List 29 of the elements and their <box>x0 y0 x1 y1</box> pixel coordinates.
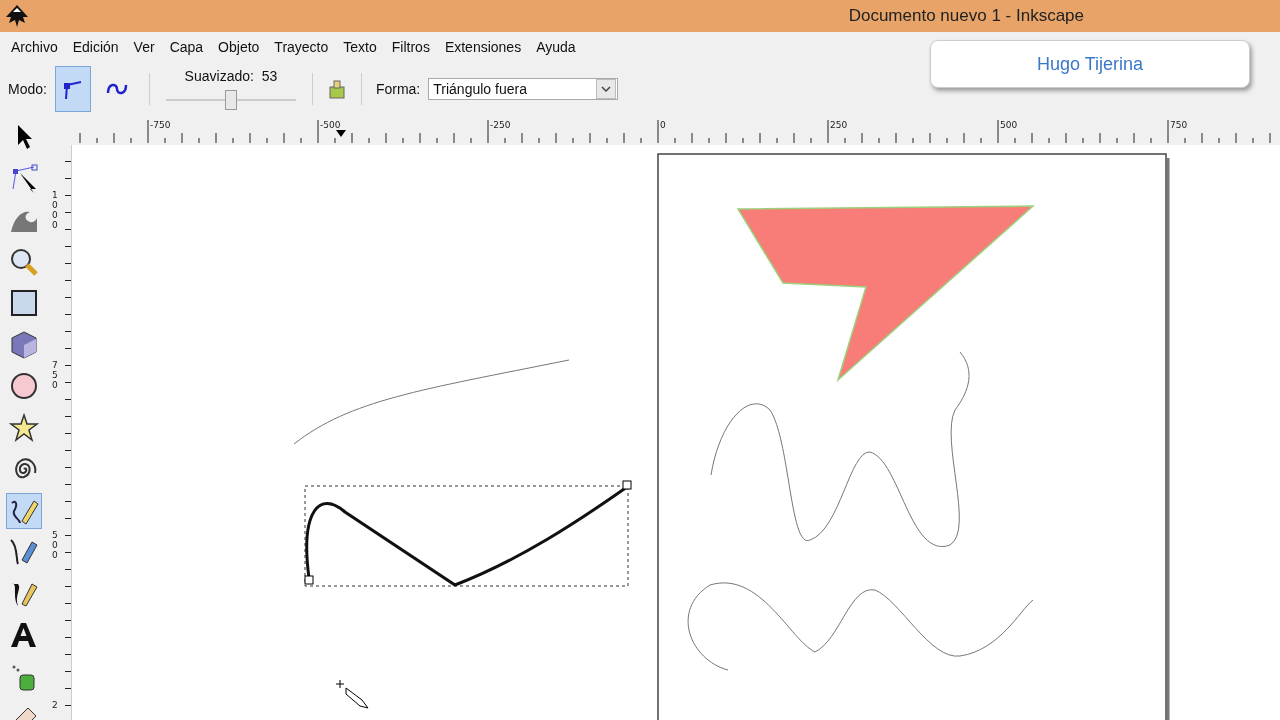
window-title: Documento nuevo 1 - Inkscape <box>848 6 1084 26</box>
selected-path[interactable] <box>304 485 629 587</box>
menu-item[interactable]: Filtros <box>391 39 430 55</box>
smoothing-label: Suavizado: 53 <box>184 67 278 84</box>
shape-label: Forma: <box>375 80 421 97</box>
slider-thumb[interactable] <box>224 89 237 110</box>
menu-item[interactable]: Ver <box>133 39 155 55</box>
node-handle[interactable] <box>304 575 314 585</box>
pencil-cursor-icon <box>335 679 369 709</box>
horizontal-ruler: -750 -500 -250 0 250 500 750 <box>72 115 1280 145</box>
menu-item[interactable]: Capa <box>169 39 204 55</box>
node-handle[interactable] <box>622 480 632 490</box>
menu-item[interactable]: Objeto <box>218 39 260 55</box>
menu-item[interactable]: Texto <box>343 39 377 55</box>
pencil-tool-button[interactable] <box>6 492 42 529</box>
menu-item[interactable]: Extensiones <box>444 39 522 55</box>
menu-item[interactable]: Ayuda <box>536 39 576 55</box>
star-icon <box>8 411 40 444</box>
circle-icon <box>8 370 40 402</box>
menu-item[interactable]: Edición <box>72 39 119 55</box>
mode-label: Modo: <box>8 80 47 97</box>
menu-item[interactable]: Trayecto <box>274 39 329 55</box>
bezier-mode-button[interactable] <box>54 65 91 112</box>
name-caption: Hugo Tijerina <box>930 40 1250 88</box>
menu-item[interactable]: Archivo <box>11 39 58 55</box>
shape-dropdown[interactable]: Triángulo fuera <box>428 77 619 100</box>
square-icon <box>8 287 40 319</box>
paint-bucket-icon[interactable] <box>326 77 347 100</box>
caret-icon <box>601 84 612 93</box>
